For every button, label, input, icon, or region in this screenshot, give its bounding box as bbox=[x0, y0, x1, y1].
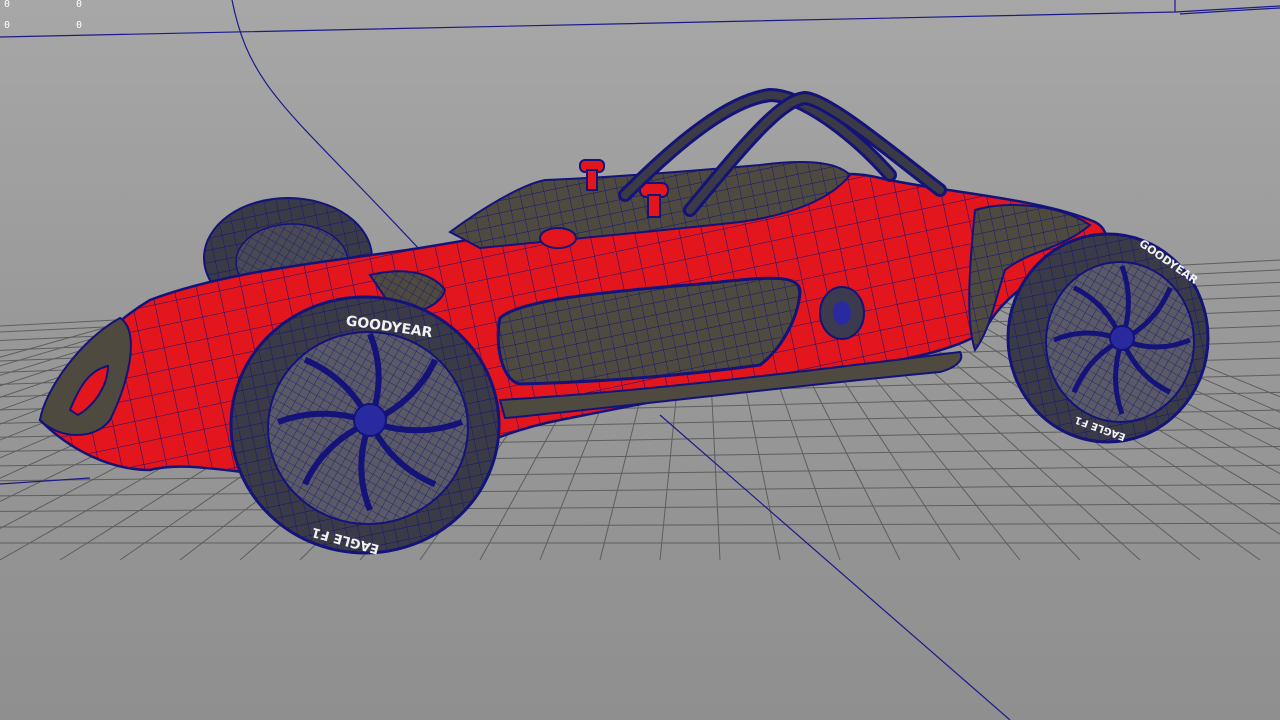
fuel-cap[interactable] bbox=[539, 227, 577, 249]
hud-readout: 0 bbox=[4, 20, 11, 31]
hud-readout: 0 bbox=[76, 0, 83, 10]
car-model[interactable] bbox=[38, 87, 1108, 477]
maya-viewport[interactable]: GOODYEAR EAGLE F1 GOODYEAR EAGLE F1 0 0 … bbox=[0, 0, 1280, 720]
front-left-wheel[interactable]: GOODYEAR EAGLE F1 bbox=[229, 295, 501, 556]
hud-readout: 0 bbox=[4, 0, 11, 10]
viewport-scene[interactable]: GOODYEAR EAGLE F1 GOODYEAR EAGLE F1 bbox=[0, 0, 1280, 720]
hud-readout: 0 bbox=[76, 20, 83, 31]
rear-right-wheel[interactable]: GOODYEAR EAGLE F1 bbox=[1006, 232, 1210, 444]
